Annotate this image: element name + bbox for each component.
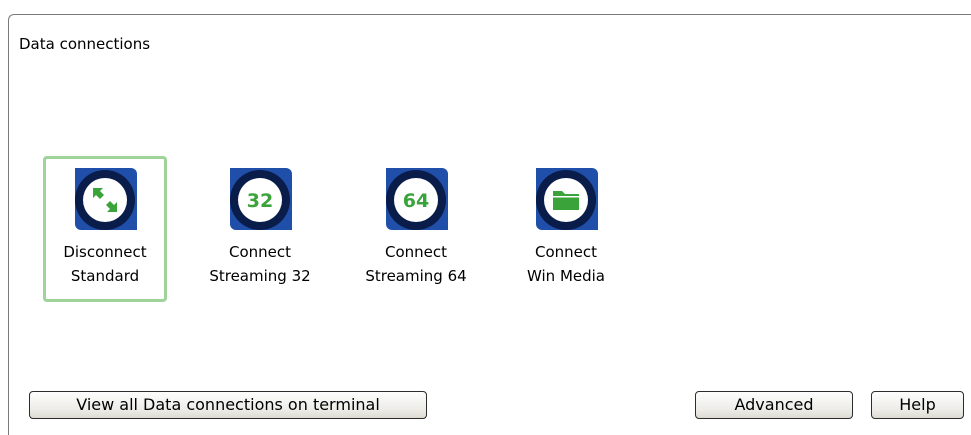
- tile-connect-streaming-32[interactable]: 32 Connect Streaming 32: [198, 156, 322, 302]
- expand-arrows-icon: [69, 164, 141, 236]
- streaming-32-icon: 32: [224, 164, 296, 236]
- folder-icon: [530, 164, 602, 236]
- tile-connect-win-media[interactable]: Connect Win Media: [504, 156, 628, 302]
- tile-label: Connect Streaming 64: [365, 243, 467, 285]
- panel-title: Data connections: [19, 35, 151, 53]
- svg-text:32: 32: [247, 190, 273, 212]
- tile-connect-streaming-64[interactable]: 64 Connect Streaming 64: [354, 156, 478, 302]
- view-all-connections-button[interactable]: View all Data connections on terminal: [29, 391, 427, 419]
- tile-label: Disconnect Standard: [63, 243, 147, 285]
- streaming-64-icon: 64: [380, 164, 452, 236]
- tile-label: Connect Win Media: [527, 243, 605, 285]
- tile-disconnect-standard[interactable]: Disconnect Standard: [43, 156, 167, 302]
- advanced-button[interactable]: Advanced: [695, 391, 853, 419]
- svg-text:64: 64: [403, 190, 429, 212]
- tile-label: Connect Streaming 32: [209, 243, 311, 285]
- help-button[interactable]: Help: [871, 391, 964, 419]
